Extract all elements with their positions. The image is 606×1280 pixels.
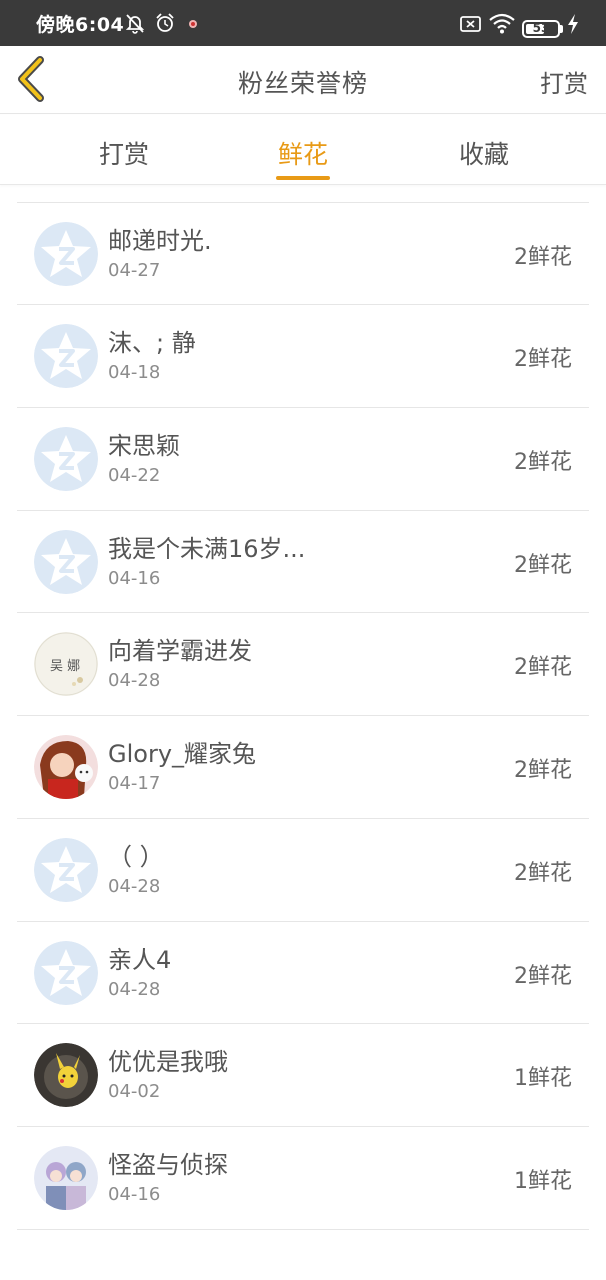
list-item[interactable]: 邮递时光. 04-27 2鲜花: [17, 203, 589, 306]
entry-date: 04-28: [108, 978, 161, 1000]
charging-icon: [566, 13, 580, 35]
sim-off-icon: [459, 13, 481, 35]
user-name: 向着学霸进发: [108, 637, 252, 666]
flower-count: 1鲜花: [514, 1168, 572, 1194]
user-name: 宋思颖: [108, 432, 180, 461]
user-name: 怪盗与侦探: [108, 1150, 228, 1179]
list-item[interactable]: 吴 娜 向着学霸进发 04-28 2鲜花: [17, 613, 589, 717]
flower-count: 2鲜花: [514, 963, 572, 989]
entry-date: 04-02: [108, 1081, 161, 1103]
user-name: 邮递时光.: [108, 226, 212, 255]
list-item[interactable]: 怪盗与侦探 04-16 1鲜花: [17, 1127, 589, 1230]
flower-count: 2鲜花: [514, 244, 572, 270]
list-item[interactable]: 我疯我癫我骄傲04-252鲜花: [17, 186, 589, 203]
title-bar: 粉丝荣誉榜 打赏: [0, 46, 606, 114]
battery-level: 53: [532, 21, 550, 35]
list-item[interactable]: 我是个未满16岁... 04-16 2鲜花: [17, 511, 589, 614]
user-name: 亲人4: [108, 945, 172, 974]
tab-bar: 打赏 鲜花 收藏: [0, 115, 606, 185]
user-name: 沫、; 静: [108, 329, 196, 358]
mute-icon: [124, 12, 146, 34]
entry-date: 04-28: [108, 670, 161, 692]
flower-count: 2鲜花: [514, 347, 572, 373]
default-avatar-icon: [34, 940, 98, 1005]
battery-icon: 53: [522, 20, 560, 38]
entry-date: 04-27: [108, 259, 161, 281]
default-avatar-icon: [34, 427, 98, 492]
status-time: 傍晚6:04: [36, 14, 125, 36]
notification-dot-icon: [186, 16, 200, 30]
avatar: [34, 735, 98, 800]
default-avatar-icon: [34, 529, 98, 594]
flower-count: 2鲜花: [514, 450, 572, 476]
user-name: Glory_耀家兔: [108, 740, 257, 769]
avatar: [34, 1043, 98, 1108]
flower-count: 2鲜花: [514, 655, 572, 681]
page-title: 粉丝荣誉榜: [237, 69, 368, 98]
user-name: 优优是我哦: [108, 1048, 228, 1077]
reward-button[interactable]: 打赏: [540, 64, 588, 99]
list-item[interactable]: 亲人4 04-28 2鲜花: [17, 922, 589, 1025]
flower-count: 2鲜花: [514, 552, 572, 578]
flower-count: 2鲜花: [514, 758, 572, 784]
svg-text:吴 娜: 吴 娜: [50, 659, 80, 674]
tab-favorites[interactable]: 收藏: [424, 135, 544, 171]
wifi-icon: [488, 12, 516, 34]
list-item[interactable]: （ ） 04-28 2鲜花: [17, 819, 589, 922]
flower-count: 1鲜花: [514, 1066, 572, 1092]
default-avatar-icon: [34, 837, 98, 902]
entry-date: 04-16: [108, 1183, 161, 1205]
tab-reward[interactable]: 打赏: [64, 135, 184, 171]
entry-date: 04-28: [108, 875, 161, 897]
avatar: 吴 娜: [34, 632, 98, 697]
entry-date: 04-16: [108, 567, 161, 589]
default-avatar-icon: [34, 324, 98, 389]
flower-count: 2鲜花: [514, 860, 572, 886]
alarm-icon: [154, 12, 176, 34]
entry-date: 04-18: [108, 362, 161, 384]
battery-tip: [560, 25, 563, 33]
user-name: 我是个未满16岁...: [108, 534, 306, 563]
list-item[interactable]: 沫、; 静 04-18 2鲜花: [17, 305, 589, 409]
active-tab-indicator: [276, 176, 330, 180]
fan-list[interactable]: 我疯我癫我骄傲04-252鲜花邮递时光.04-272鲜花沫、; 静04-182鲜…: [0, 186, 606, 1280]
user-name: （ ）: [108, 842, 164, 871]
avatar: [34, 1145, 98, 1210]
list-item[interactable]: 优优是我哦 04-02 1鲜花: [17, 1024, 589, 1127]
list-item[interactable]: 宋思颖 04-22 2鲜花: [17, 408, 589, 511]
entry-date: 04-22: [108, 465, 161, 487]
entry-date: 04-17: [108, 773, 161, 795]
status-bar: 傍晚6:04 53: [0, 0, 606, 46]
default-avatar-icon: [34, 221, 98, 286]
tab-flowers[interactable]: 鲜花: [243, 135, 363, 171]
list-item[interactable]: Glory_耀家兔 04-17 2鲜花: [17, 716, 589, 819]
